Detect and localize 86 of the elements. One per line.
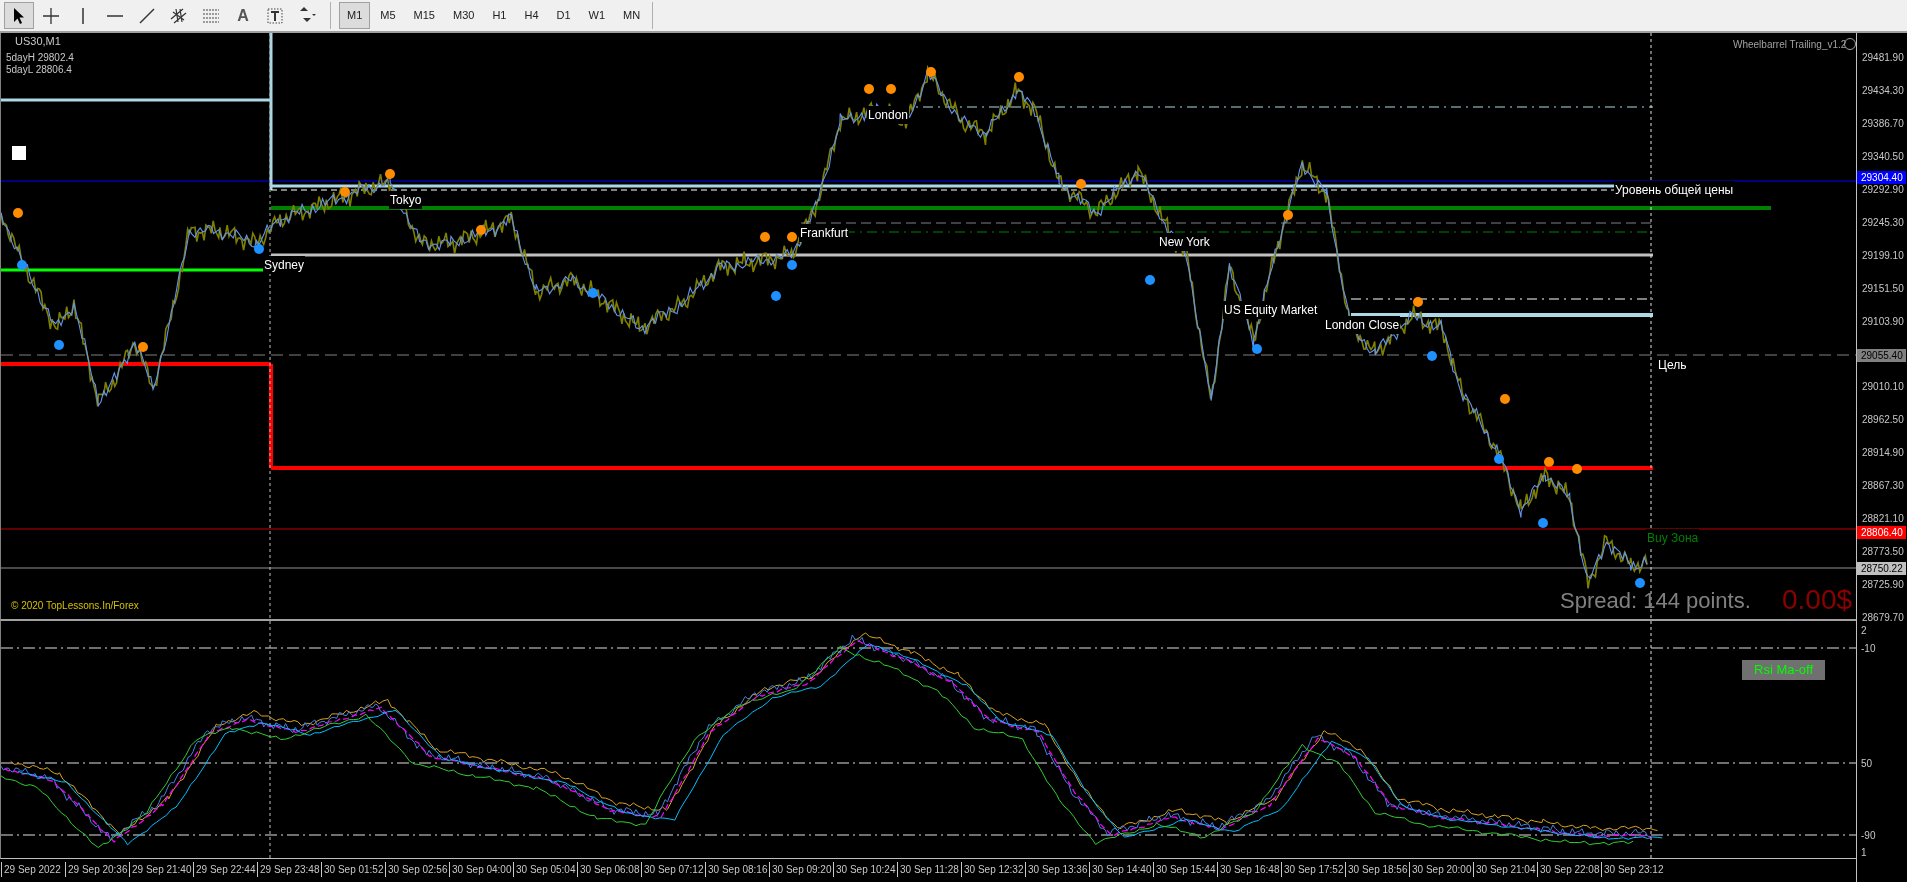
session-label: Tokyo — [389, 191, 423, 209]
session-label: Sydney — [263, 256, 306, 274]
time-tick: 30 Sep 22:08 — [1537, 862, 1600, 877]
timeframe-button[interactable]: D1 — [548, 2, 579, 29]
indicator-tick: 2 — [1861, 624, 1867, 638]
crosshair-icon — [41, 5, 61, 26]
time-tick: 30 Sep 04:00 — [449, 862, 512, 877]
vertical-line-icon — [81, 7, 85, 24]
text-label-icon — [265, 5, 285, 26]
time-tick: 29 Sep 21:40 — [129, 862, 192, 877]
price-tick: 28867.30 — [1862, 480, 1904, 493]
timeframe-button[interactable]: H1 — [484, 2, 515, 29]
time-tick: 30 Sep 17:52 — [1281, 862, 1344, 877]
price-marker: 28806.40 — [1857, 526, 1906, 539]
price-tick: 28725.90 — [1862, 579, 1904, 592]
tool-button[interactable]: A — [228, 2, 258, 29]
price-tick: 29010.10 — [1862, 381, 1904, 394]
time-tick: 30 Sep 07:12 — [641, 862, 704, 877]
price-tick: 29434.30 — [1862, 84, 1904, 97]
level-label: Buy Зона — [1646, 529, 1700, 547]
info-text: 5dayH 29802.4 — [6, 51, 74, 65]
timeframe-button[interactable]: M15 — [405, 2, 443, 29]
time-tick: 30 Sep 20:00 — [1409, 862, 1472, 877]
time-tick: 30 Sep 02:56 — [385, 862, 448, 877]
indicator-tick: -10 — [1861, 642, 1876, 656]
price-tick: 29386.70 — [1862, 117, 1904, 130]
tool-button[interactable] — [4, 2, 34, 29]
indicator-tick: 1 — [1861, 846, 1867, 860]
info-text: 5dayL 28806.4 — [6, 63, 72, 77]
time-tick: 30 Sep 06:08 — [577, 862, 640, 877]
timeframe-button[interactable]: M5 — [372, 2, 404, 29]
time-tick: 30 Sep 10:24 — [833, 862, 896, 877]
time-tick: 30 Sep 08:16 — [705, 862, 768, 877]
time-tick: 30 Sep 14:40 — [1089, 862, 1152, 877]
expert-name: Wheelbarrel Trailing_v1.2 — [1733, 38, 1847, 52]
spread-text: Spread: 144 points. — [1560, 587, 1751, 615]
timeframe-button[interactable]: M30 — [444, 2, 483, 29]
time-tick: 30 Sep 09:20 — [769, 862, 832, 877]
price-tick: 29199.10 — [1862, 249, 1904, 262]
time-tick: 29 Sep 22:44 — [193, 862, 256, 877]
time-tick: 30 Sep 13:36 — [1025, 862, 1088, 877]
time-tick: 30 Sep 15:44 — [1153, 862, 1216, 877]
time-tick: 30 Sep 11:28 — [897, 862, 959, 877]
time-tick: 30 Sep 23:12 — [1601, 862, 1664, 877]
price-tick: 28962.50 — [1862, 414, 1904, 427]
time-tick: 30 Sep 18:56 — [1345, 862, 1408, 877]
indicator-tick: -90 — [1861, 829, 1876, 843]
time-tick: 30 Sep 21:04 — [1473, 862, 1536, 877]
price-tick: 29151.50 — [1862, 282, 1904, 295]
horizontal-line-icon — [107, 13, 123, 18]
price-tick: 29292.90 — [1862, 183, 1904, 196]
timeframe-button[interactable]: M1 — [339, 2, 371, 29]
time-tick: 29 Sep 23:48 — [257, 862, 320, 877]
price-marker: 29304.40 — [1857, 171, 1906, 184]
price-tick: 29340.50 — [1862, 150, 1904, 163]
indicator-tick: 50 — [1861, 757, 1873, 771]
chart-symbol: US30,M1 — [15, 34, 61, 49]
time-tick: 29 Sep 2022 — [1, 862, 61, 877]
time-tick: 30 Sep 05:04 — [513, 862, 576, 877]
checkbox[interactable] — [12, 146, 26, 160]
session-label: Frankfurt — [799, 224, 849, 242]
session-label: London Close — [1324, 316, 1401, 334]
time-tick: 29 Sep 20:36 — [65, 862, 128, 877]
timeframe-button[interactable]: W1 — [580, 2, 614, 29]
price-tick: 28914.90 — [1862, 447, 1904, 460]
timeframe-button[interactable]: H4 — [516, 2, 547, 29]
price-tick: 28773.50 — [1862, 546, 1904, 559]
price-marker: 29055.40 — [1857, 349, 1906, 362]
copyright-text: © 2020 TopLessons.In/Forex — [11, 599, 139, 613]
timeframe-button[interactable]: MN — [615, 2, 649, 29]
price-tick: 29245.30 — [1862, 216, 1904, 229]
price-tick: 28821.10 — [1862, 513, 1904, 526]
price-marker: 28750.22 — [1857, 562, 1906, 575]
session-label: New York — [1158, 233, 1211, 251]
session-label: London — [867, 106, 910, 124]
time-tick: 30 Sep 16:48 — [1217, 862, 1280, 877]
time-tick: 30 Sep 12:32 — [961, 862, 1024, 877]
profit-text: 0.00$ — [1782, 583, 1853, 617]
level-label: Уровень общей цены — [1614, 181, 1735, 199]
trend-line-icon — [137, 5, 157, 26]
price-tick: 29103.90 — [1862, 315, 1904, 328]
price-tick: 28679.70 — [1862, 611, 1904, 624]
session-label: US Equity Market — [1223, 301, 1319, 319]
price-tick: 29481.90 — [1862, 52, 1904, 64]
indicator-toggle-button[interactable]: Rsi Ma-off — [1742, 660, 1825, 680]
time-tick: 30 Sep 01:52 — [321, 862, 384, 877]
